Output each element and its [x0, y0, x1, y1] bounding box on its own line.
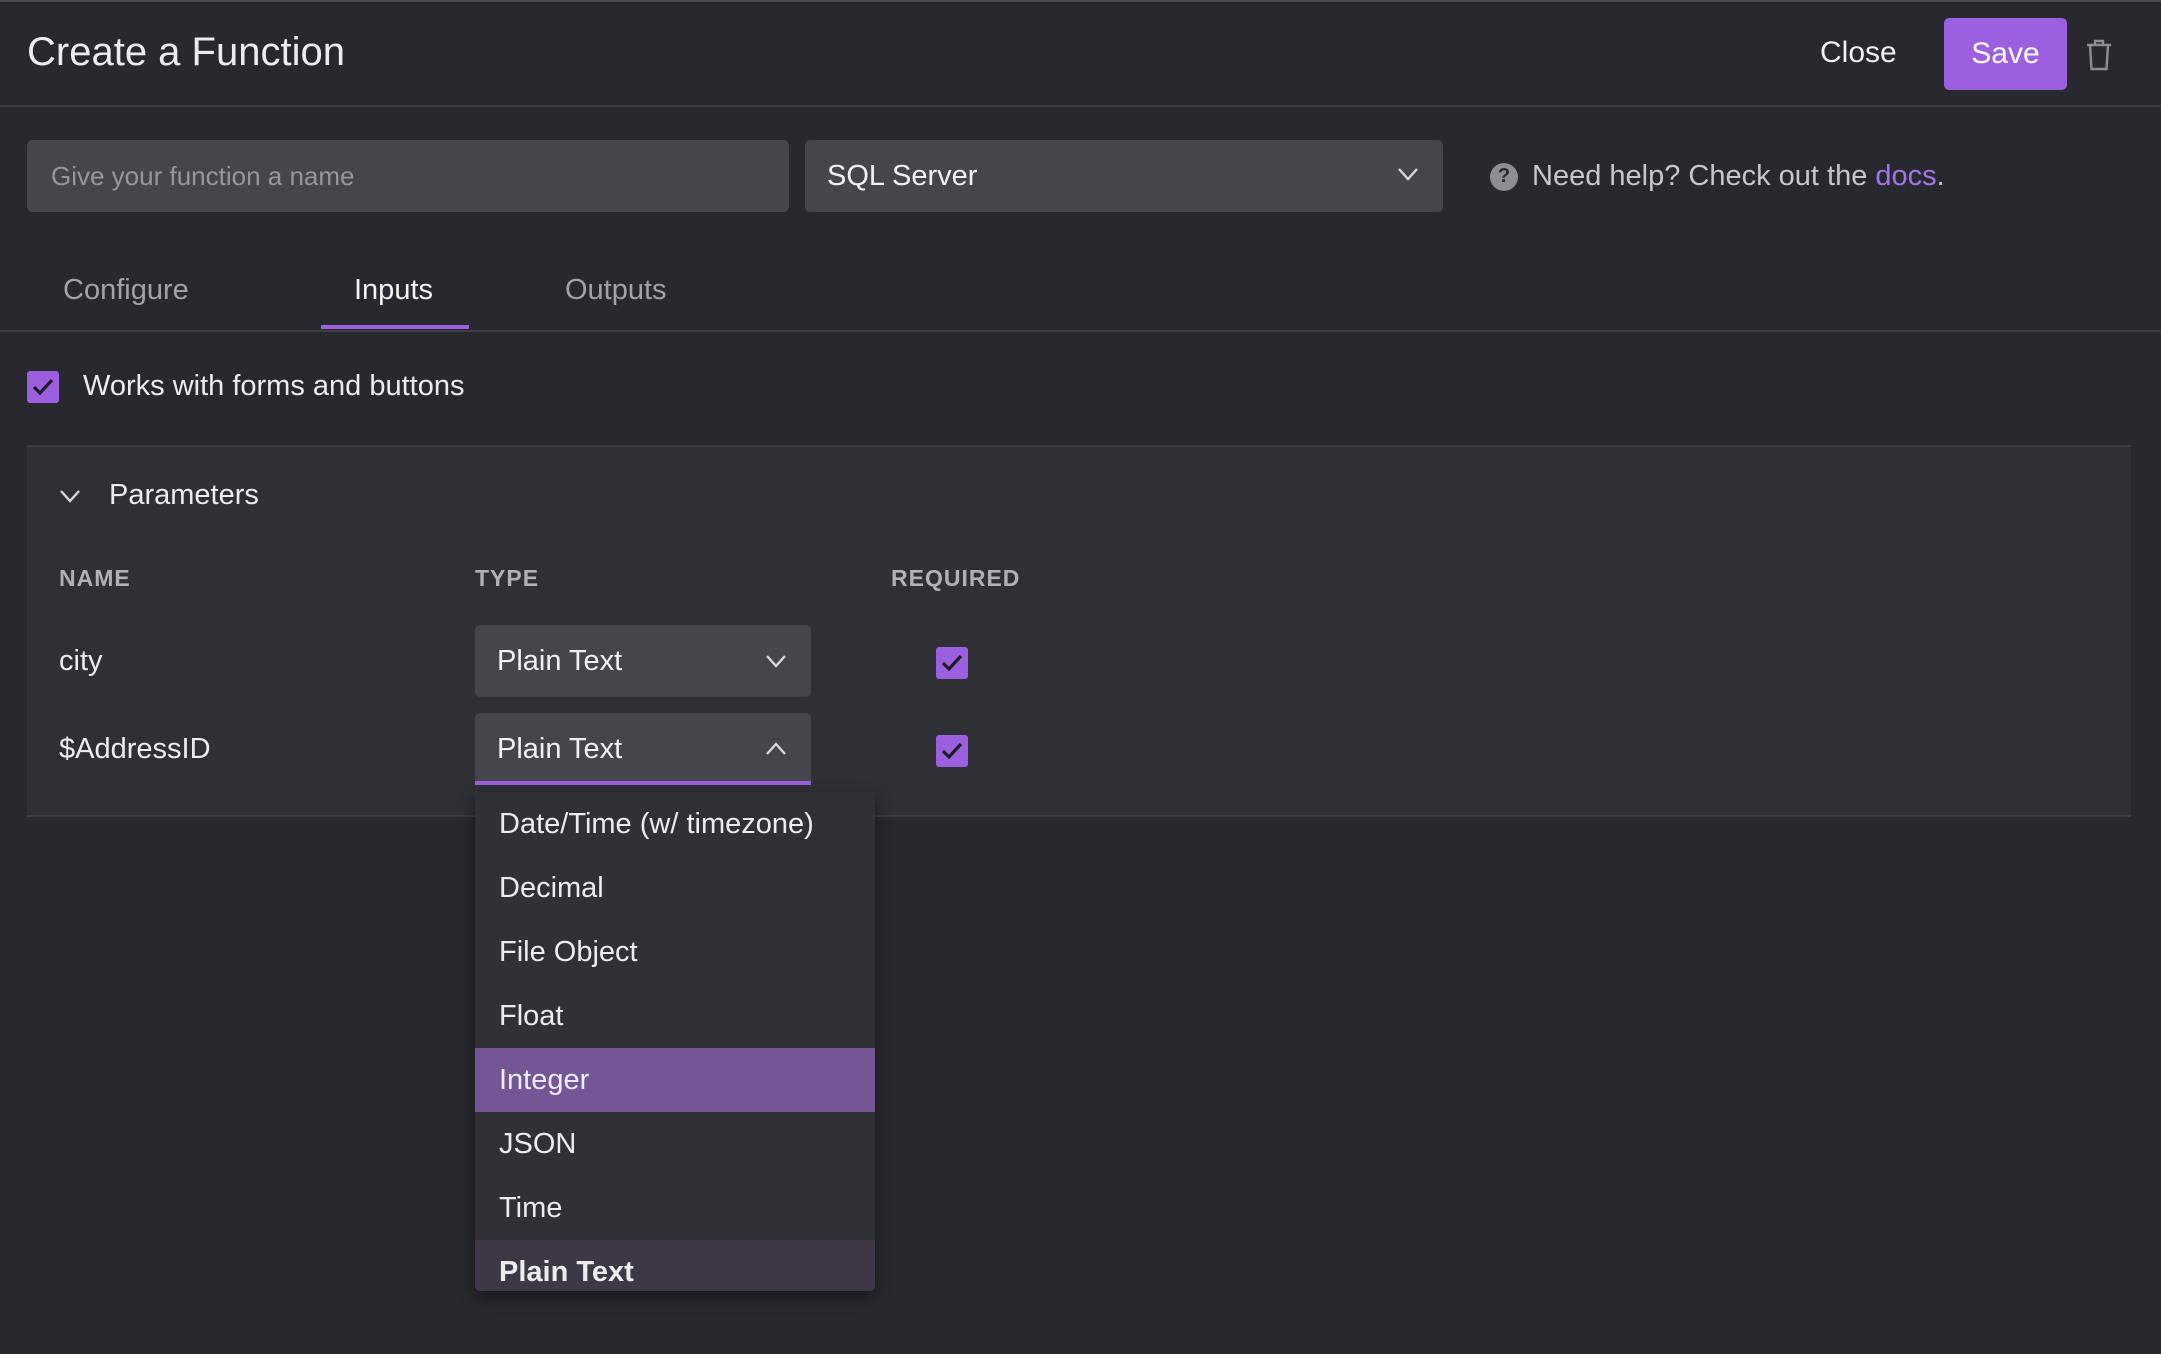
chevron-up-icon — [766, 742, 786, 755]
checkmark-icon — [32, 378, 54, 395]
help-text: Need help? Check out the docs. — [1532, 160, 1945, 192]
param-name-addressid: $AddressID — [59, 733, 211, 765]
type-option-selected[interactable]: Plain Text — [475, 1240, 875, 1291]
docs-link[interactable]: docs — [1875, 160, 1936, 192]
tab-inputs[interactable]: Inputs — [354, 274, 433, 307]
modal-header: Create a Function Close Save — [0, 2, 2161, 107]
parameters-toggle[interactable]: Parameters — [59, 479, 259, 512]
required-checkbox-addressid[interactable] — [936, 735, 968, 767]
column-header-name: NAME — [59, 565, 131, 591]
close-button[interactable]: Close — [1820, 36, 1897, 70]
active-tab-indicator — [321, 325, 469, 329]
tab-configure[interactable]: Configure — [63, 274, 189, 307]
function-name-input[interactable] — [27, 140, 789, 212]
required-checkbox-city[interactable] — [936, 647, 968, 679]
parameters-panel: Parameters NAME TYPE REQUIRED city Plain… — [27, 445, 2131, 817]
param-name-city: city — [59, 645, 103, 677]
checkmark-icon — [941, 742, 963, 760]
type-option[interactable]: File Object — [475, 920, 875, 984]
type-option[interactable]: JSON — [475, 1112, 875, 1176]
save-button[interactable]: Save — [1944, 18, 2067, 90]
chevron-down-icon — [766, 655, 786, 668]
database-select[interactable]: SQL Server — [805, 140, 1443, 212]
param-type-value: Plain Text — [497, 733, 623, 765]
chevron-down-icon — [1398, 168, 1418, 181]
param-type-select-city[interactable]: Plain Text — [475, 625, 811, 697]
type-option[interactable]: Float — [475, 984, 875, 1048]
param-type-value: Plain Text — [497, 645, 623, 677]
param-type-select-addressid[interactable]: Plain Text — [475, 713, 811, 785]
tab-outputs[interactable]: Outputs — [565, 274, 667, 307]
type-option[interactable]: Date/Time (w/ timezone) — [475, 792, 875, 856]
type-option[interactable]: Time — [475, 1176, 875, 1240]
page-title: Create a Function — [27, 30, 345, 74]
type-option-highlighted[interactable]: Integer — [475, 1048, 875, 1112]
tab-bar: Configure Inputs Outputs — [0, 262, 2161, 332]
chevron-down-icon — [60, 489, 80, 503]
parameters-title: Parameters — [109, 479, 259, 511]
help-hint: ? Need help? Check out the docs. — [1490, 160, 1945, 193]
checkmark-icon — [941, 654, 963, 672]
column-header-required: REQUIRED — [891, 565, 1021, 591]
question-icon: ? — [1490, 162, 1518, 191]
database-select-value: SQL Server — [827, 160, 978, 192]
column-header-type: TYPE — [475, 565, 540, 591]
type-option[interactable]: Decimal — [475, 856, 875, 920]
forms-checkbox[interactable] — [27, 370, 59, 403]
trash-icon[interactable] — [2084, 38, 2114, 72]
type-dropdown-menu: Date/Time (w/ timezone) Decimal File Obj… — [475, 792, 875, 1291]
forms-checkbox-row[interactable]: Works with forms and buttons — [27, 370, 464, 403]
forms-checkbox-label: Works with forms and buttons — [83, 370, 465, 402]
